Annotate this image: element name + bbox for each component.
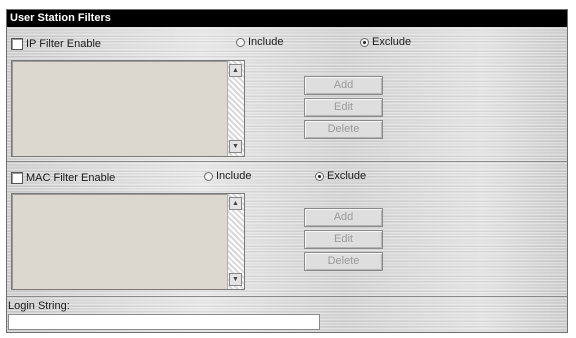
mac-add-button[interactable]: Add [304,208,383,227]
mac-exclude-label: Exclude [327,170,367,182]
arrow-down-icon[interactable]: ▼ [229,140,242,153]
panel-title: User Station Filters [7,10,567,27]
mac-include-radio-row[interactable]: Include [204,169,251,183]
mac-exclude-radio[interactable] [315,171,324,181]
ip-exclude-label: Exclude [372,36,412,48]
ip-delete-button[interactable]: Delete [304,120,383,139]
mac-filter-list-scrollbar[interactable]: ▲ ▼ [227,194,244,289]
user-station-filters-panel: User Station Filters IP Filter Enable In… [6,9,568,333]
mac-delete-button[interactable]: Delete [304,252,383,271]
mac-include-label: Include [216,170,252,182]
mac-include-radio[interactable] [204,171,213,181]
ip-filter-enable-label: IP Filter Enable [26,38,102,50]
ip-include-radio[interactable] [236,37,245,47]
login-string-input[interactable] [8,314,320,330]
arrow-up-icon[interactable]: ▲ [229,197,242,210]
ip-add-button[interactable]: Add [304,76,383,95]
ip-exclude-radio-row[interactable]: Exclude [360,35,411,49]
mac-filter-enable-label: MAC Filter Enable [26,172,116,184]
arrow-up-icon[interactable]: ▲ [229,64,242,77]
ip-edit-button[interactable]: Edit [304,98,383,117]
mac-exclude-radio-row[interactable]: Exclude [315,169,366,183]
ip-include-label: Include [248,36,284,48]
ip-filter-enable-row[interactable]: IP Filter Enable [11,37,101,51]
mac-filter-list[interactable]: ▲ ▼ [11,193,245,290]
ip-filter-enable-checkbox[interactable] [11,38,23,50]
mac-filter-enable-checkbox[interactable] [11,172,23,184]
mac-filter-enable-row[interactable]: MAC Filter Enable [11,171,115,185]
ip-exclude-radio[interactable] [360,37,369,47]
mac-edit-button[interactable]: Edit [304,230,383,249]
ip-include-radio-row[interactable]: Include [236,35,283,49]
ip-filter-list-scrollbar[interactable]: ▲ ▼ [227,61,244,156]
arrow-down-icon[interactable]: ▼ [229,273,242,286]
ip-filter-list[interactable]: ▲ ▼ [11,60,245,157]
ip-filter-section: IP Filter Enable Include Exclude ▲ ▼ Add… [7,28,567,162]
mac-filter-section: MAC Filter Enable Include Exclude ▲ ▼ Ad… [7,162,567,297]
login-string-label: Login String: [8,300,70,312]
login-string-section: Login String: [7,297,567,332]
